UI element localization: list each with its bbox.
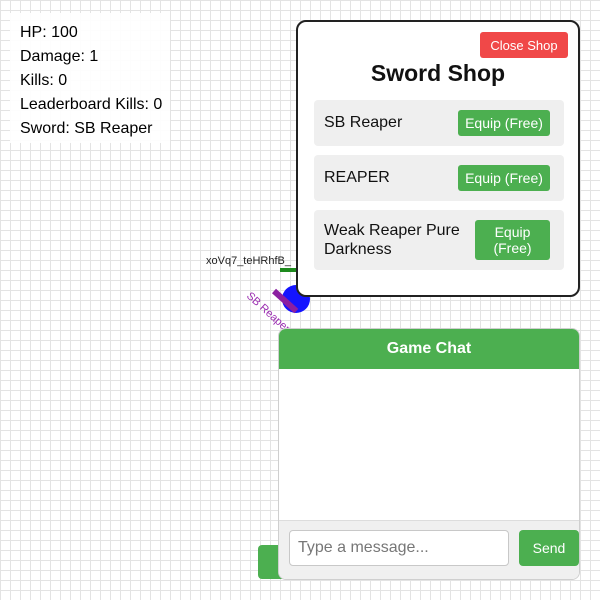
leaderboard-kills-stat: Leaderboard Kills: 0 bbox=[20, 96, 163, 113]
shop-item: Weak Reaper Pure Darkness Equip (Free) bbox=[314, 210, 564, 270]
shop-item: REAPER Equip (Free) bbox=[314, 155, 564, 201]
close-shop-button[interactable]: Close Shop bbox=[480, 32, 568, 58]
stats-panel: HP: 100 Damage: 1 Kills: 0 Leaderboard K… bbox=[10, 13, 170, 143]
shop-item-name: REAPER bbox=[324, 169, 390, 186]
sword-stat: Sword: SB Reaper bbox=[20, 120, 153, 137]
shop-title: Sword Shop bbox=[370, 60, 506, 86]
chat-input-bar: Send bbox=[279, 520, 579, 579]
shop-item-name: Weak Reaper Pure Darkness bbox=[324, 222, 460, 258]
chat-messages-area[interactable] bbox=[279, 369, 579, 522]
send-button[interactable]: Send bbox=[519, 530, 579, 566]
sword-shop-panel: Close Shop Sword Shop SB Reaper Equip (F… bbox=[296, 20, 580, 297]
hp-stat: HP: 100 bbox=[20, 24, 78, 41]
damage-stat: Damage: 1 bbox=[20, 48, 99, 65]
kills-stat: Kills: 0 bbox=[20, 72, 68, 89]
chat-message-input[interactable] bbox=[289, 530, 509, 566]
game-chat-panel: Game Chat Send bbox=[278, 328, 580, 580]
shop-item-name: SB Reaper bbox=[324, 114, 403, 131]
player-name-label: xoVq7_teHRhfB_ bbox=[206, 255, 291, 267]
chat-title: Game Chat bbox=[279, 329, 579, 369]
equip-button[interactable]: Equip (Free) bbox=[475, 220, 550, 260]
shop-item: SB Reaper Equip (Free) bbox=[314, 100, 564, 146]
equip-button[interactable]: Equip (Free) bbox=[458, 165, 550, 191]
equip-button[interactable]: Equip (Free) bbox=[458, 110, 550, 136]
